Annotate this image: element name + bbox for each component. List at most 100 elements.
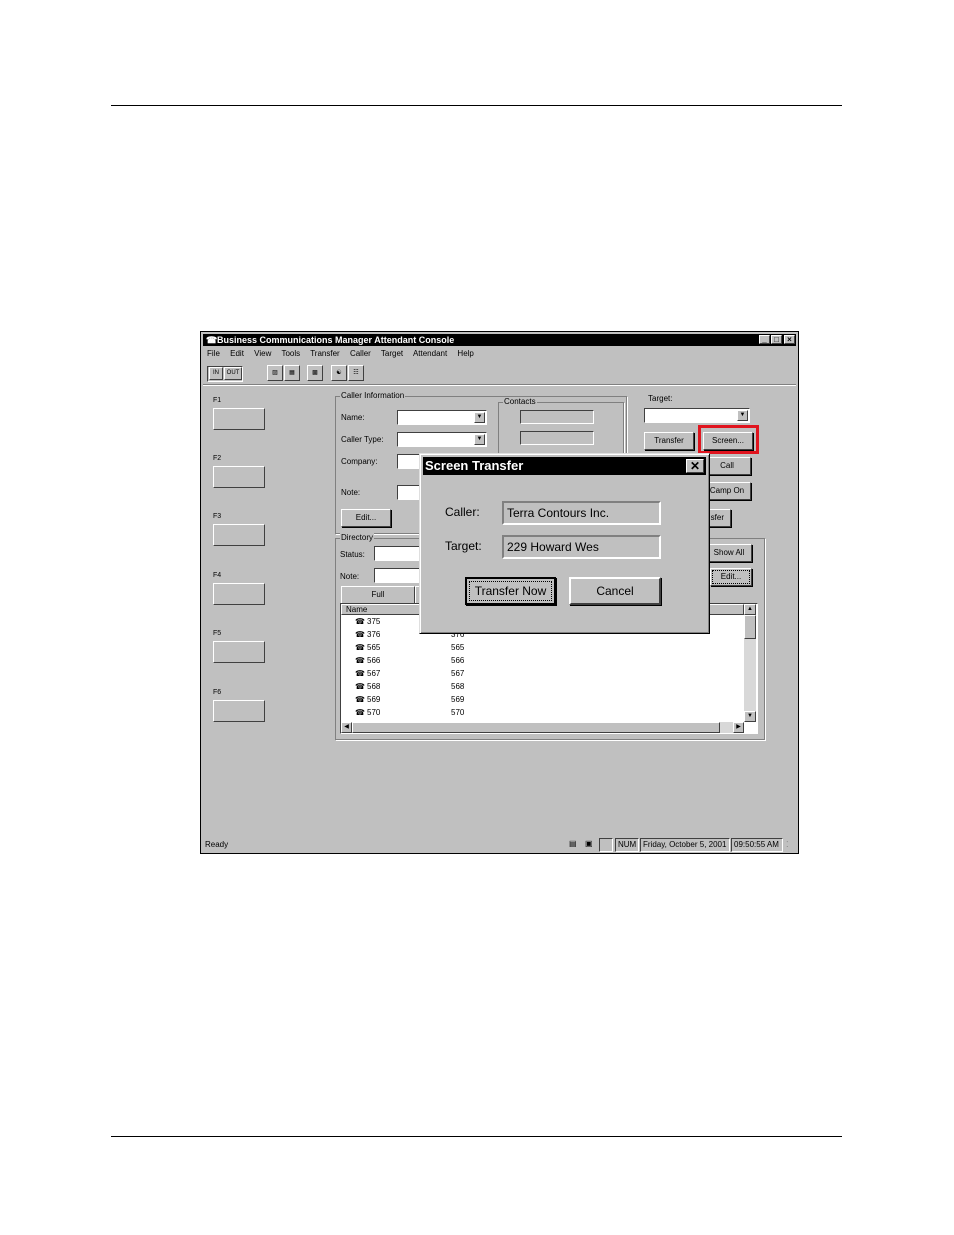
list-item[interactable]: ☎ 566 566	[355, 654, 464, 667]
fkey-label: F2	[213, 455, 222, 462]
directory-note-field[interactable]	[374, 568, 424, 583]
contacts-field	[520, 410, 594, 424]
list-item-name: 570	[367, 708, 381, 717]
menu-target[interactable]: Target	[381, 349, 403, 358]
column-header-extra[interactable]	[708, 604, 744, 615]
scroll-thumb[interactable]	[744, 615, 756, 639]
scroll-up-arrow-icon[interactable]: ▲	[744, 604, 756, 615]
list-item[interactable]: ☎ 375	[355, 615, 380, 628]
fkey-label: F5	[213, 630, 222, 637]
caller-type-label: Caller Type:	[341, 435, 384, 444]
caller-edit-button[interactable]: Edit...	[341, 509, 391, 527]
show-all-button[interactable]: Show All	[706, 544, 752, 562]
list-item[interactable]: ☎ 376 376	[355, 628, 464, 641]
menu-view[interactable]: View	[254, 349, 271, 358]
directory-note-label: Note:	[340, 572, 360, 581]
menu-caller[interactable]: Caller	[350, 349, 371, 358]
list-item-ext: 570	[451, 708, 465, 717]
scroll-left-arrow-icon[interactable]: ◀	[341, 722, 352, 733]
top-rule	[111, 105, 842, 106]
telephone-icon: ☎	[355, 669, 365, 678]
caller-card-icon[interactable]: ▨	[267, 365, 283, 381]
menu-attendant[interactable]: Attendant	[413, 349, 447, 358]
layout-icon[interactable]: ▩	[307, 365, 323, 381]
list-item[interactable]: ☎ 569 569	[355, 693, 464, 706]
note-label: Note:	[341, 488, 361, 497]
status-field[interactable]	[374, 546, 424, 561]
group-label: Caller Information	[340, 391, 406, 400]
fkey-button-f2[interactable]	[213, 466, 265, 488]
screen-button-highlight	[698, 425, 759, 454]
scroll-right-arrow-icon[interactable]: ▶	[733, 722, 744, 733]
list-item[interactable]: ☎ 568 568	[355, 680, 464, 693]
in-button[interactable]: IN	[209, 367, 223, 380]
telephone-icon: ☎	[355, 617, 365, 626]
horizontal-scroll-thumb[interactable]	[352, 722, 720, 733]
fkey-button-f1[interactable]	[213, 408, 265, 430]
menu-edit[interactable]: Edit	[230, 349, 244, 358]
user-properties-icon[interactable]: ☯	[331, 365, 347, 381]
monitor-icon: ▣	[585, 839, 593, 848]
telephone-icon: ☎	[355, 630, 365, 639]
network-icon[interactable]: ☷	[348, 365, 364, 381]
list-item[interactable]: ☎ 565 565	[355, 641, 464, 654]
status-date: Friday, October 5, 2001	[640, 838, 730, 852]
fkey-label: F4	[213, 572, 222, 579]
status-time: 09:50:55 AM	[731, 838, 783, 852]
status-ready: Ready	[205, 840, 229, 849]
menu-transfer[interactable]: Transfer	[310, 349, 340, 358]
fkey-button-f3[interactable]	[213, 524, 265, 546]
dialog-caller-field: Terra Contours Inc.	[502, 501, 661, 525]
list-item[interactable]: ☎ 570 570	[355, 706, 464, 719]
dialog-target-label: Target:	[445, 539, 482, 553]
maximize-button[interactable]: □	[771, 335, 782, 344]
list-item-name: 567	[367, 669, 381, 678]
tab-full[interactable]: Full	[341, 586, 415, 604]
dialog-caller-label: Caller:	[445, 505, 480, 519]
call-button[interactable]: Call	[703, 457, 751, 475]
caller-type-combo[interactable]: ▼	[397, 432, 487, 447]
list-item-ext: 567	[451, 669, 465, 678]
close-icon[interactable]: ✕	[686, 459, 704, 473]
window-title: Business Communications Manager Attendan…	[217, 335, 455, 345]
menu-file[interactable]: File	[207, 349, 220, 358]
toolbar: IN OUT ▨ ▦ ▩ ☯ ☷	[205, 365, 794, 383]
close-button[interactable]: ×	[784, 335, 795, 344]
scroll-down-arrow-icon[interactable]: ▼	[744, 711, 756, 722]
menu-help[interactable]: Help	[457, 349, 473, 358]
name-label: Name:	[341, 413, 365, 422]
bottom-rule	[111, 1136, 842, 1137]
camp-on-button[interactable]: Camp On	[703, 482, 751, 500]
column-header-name[interactable]: Name	[341, 604, 421, 615]
directory-edit-button[interactable]: Edit...	[710, 568, 752, 586]
transfer-now-button[interactable]: Transfer Now	[465, 577, 556, 605]
list-item-ext: 569	[451, 695, 465, 704]
telephone-icon: ☎	[206, 335, 218, 345]
transfer-button[interactable]: Transfer	[644, 432, 694, 450]
target-label: Target:	[648, 394, 673, 403]
list-item-name: 566	[367, 656, 381, 665]
name-combo[interactable]: ▼	[397, 410, 487, 425]
list-item-name: 375	[367, 617, 381, 626]
dialog-titlebar: Screen Transfer ✕	[423, 457, 706, 475]
list-item-ext: 566	[451, 656, 465, 665]
group-label: Contacts	[503, 397, 537, 406]
fkey-button-f4[interactable]	[213, 583, 265, 605]
company-label: Company:	[341, 457, 378, 466]
menu-tools[interactable]: Tools	[281, 349, 300, 358]
list-item[interactable]: ☎ 567 567	[355, 667, 464, 680]
chevron-down-icon[interactable]: ▼	[474, 412, 485, 423]
out-button[interactable]: OUT	[224, 367, 242, 380]
chevron-down-icon[interactable]: ▼	[737, 410, 748, 421]
dialog-target-field: 229 Howard Wes	[502, 535, 661, 559]
directory-grid-icon[interactable]: ▦	[284, 365, 300, 381]
cancel-button[interactable]: Cancel	[569, 577, 661, 605]
fkey-button-f5[interactable]	[213, 641, 265, 663]
minimize-button[interactable]: _	[759, 335, 770, 344]
fkey-label: F6	[213, 689, 222, 696]
chevron-down-icon[interactable]: ▼	[474, 434, 485, 445]
fkey-button-f6[interactable]	[213, 700, 265, 722]
target-combo[interactable]: ▼	[644, 408, 750, 423]
list-item-name: 568	[367, 682, 381, 691]
resize-grip-icon[interactable]: ⁚	[786, 839, 796, 853]
